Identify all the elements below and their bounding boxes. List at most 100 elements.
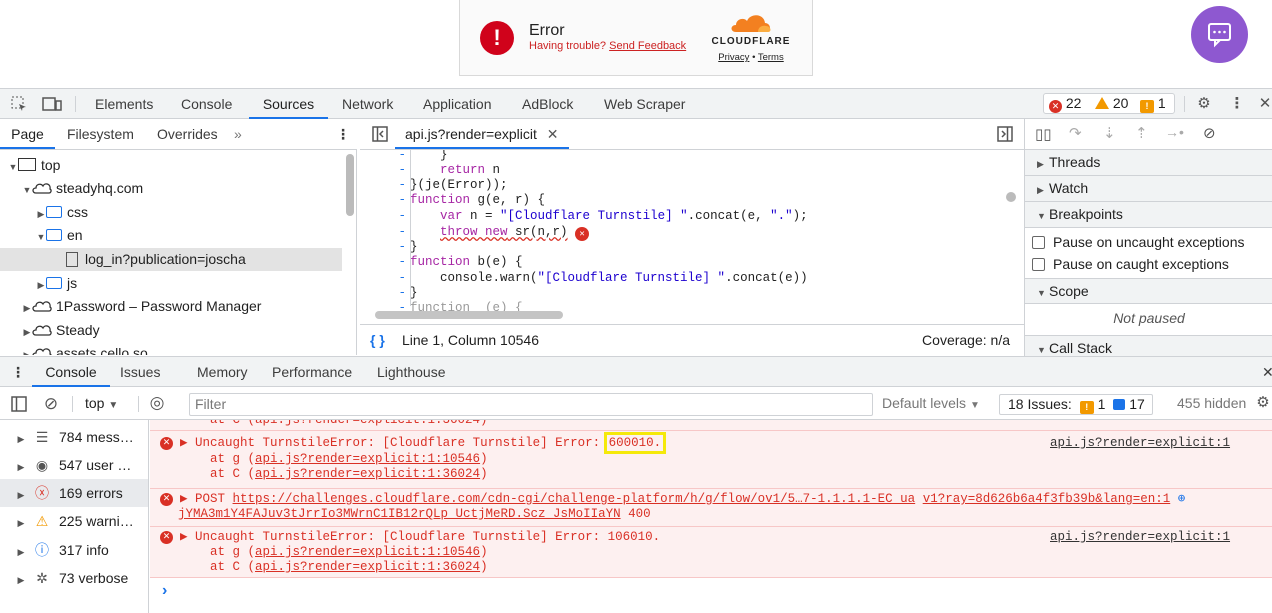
- console-error-message[interactable]: ✕ ▶ Uncaught TurnstileError: [Cloudflare…: [150, 526, 1272, 578]
- tab-console[interactable]: Console: [181, 89, 232, 119]
- checkbox[interactable]: [1032, 236, 1045, 249]
- toggle-sidebar-icon[interactable]: [10, 395, 28, 413]
- tree-item-1password[interactable]: ▶ 1Password – Password Manager: [0, 295, 342, 318]
- terms-link[interactable]: Terms: [758, 52, 784, 63]
- pause-uncaught-option[interactable]: Pause on uncaught exceptions: [1032, 231, 1244, 253]
- issues-counter[interactable]: 18 Issues: ! 1 17: [999, 394, 1153, 415]
- more-options-icon[interactable]: ⋮: [1228, 95, 1246, 113]
- section-threads[interactable]: ▶ Threads: [1025, 150, 1272, 176]
- source-link[interactable]: api.js?render=explicit:1: [1050, 530, 1230, 545]
- settings-gear-icon[interactable]: ⚙: [1195, 95, 1213, 113]
- request-url-link[interactable]: v1?ray=8d626b6a4f3fb39b&lang=en:1: [923, 492, 1171, 506]
- expand-arrow-icon: ▼: [22, 185, 32, 195]
- code-editor[interactable]: - } - return n -}(je(Error)); - function …: [360, 150, 1024, 324]
- stack-link[interactable]: api.js?render=explicit:1:10546: [255, 545, 480, 559]
- tree-item-css[interactable]: ▶ css: [0, 201, 342, 224]
- chat-button[interactable]: [1191, 6, 1248, 63]
- close-devtools-icon[interactable]: ✕: [1256, 95, 1272, 113]
- tree-label: Steady: [56, 322, 100, 338]
- tree-item-login-page[interactable]: log_in?publication=joscha: [0, 248, 342, 271]
- close-drawer-icon[interactable]: ✕: [1262, 357, 1272, 387]
- inspect-element-icon[interactable]: [10, 95, 28, 113]
- tab-page[interactable]: Page: [0, 119, 55, 149]
- tab-adblock[interactable]: AdBlock: [522, 89, 573, 119]
- step-out-icon[interactable]: ⇡: [1135, 124, 1148, 142]
- sidebar-item-warnings[interactable]: ▶ ⚠ 225 warni…: [0, 507, 148, 535]
- drawer-menu-icon[interactable]: ⋮: [11, 357, 25, 387]
- drawer-tabbar: ⋮ Console Issues Memory Performance Ligh…: [0, 356, 1272, 387]
- frame-icon: [18, 158, 36, 171]
- close-tab-icon[interactable]: ✕: [547, 126, 559, 142]
- tab-overrides[interactable]: Overrides: [157, 119, 218, 149]
- cursor-position: Line 1, Column 10546: [402, 332, 539, 348]
- collapsed-arrow-icon: ▶: [23, 350, 31, 355]
- stack-link[interactable]: api.js?render=explicit:1:36024: [255, 467, 480, 481]
- source-link[interactable]: api.js?render=explicit:1: [1050, 436, 1230, 451]
- pause-icon[interactable]: ▯▯: [1035, 125, 1052, 143]
- more-tabs-icon[interactable]: »: [234, 119, 242, 149]
- sidebar-item-user-messages[interactable]: ▶ ◉ 547 user …: [0, 451, 148, 479]
- section-call-stack[interactable]: ▼ Call Stack: [1025, 335, 1272, 356]
- tree-item-en[interactable]: ▼ en: [0, 224, 342, 247]
- editor-file-tab[interactable]: api.js?render=explicit ✕: [395, 119, 569, 149]
- drawer-tab-issues[interactable]: Issues: [120, 357, 160, 387]
- stack-link[interactable]: api.js?render=explicit:1:36024: [255, 560, 480, 574]
- tab-web-scraper[interactable]: Web Scraper: [604, 89, 685, 119]
- tree-item-js[interactable]: ▶ js: [0, 272, 342, 295]
- context-selector[interactable]: top ▼: [85, 395, 118, 411]
- drawer-tab-console[interactable]: Console: [32, 357, 110, 387]
- drawer-tab-lighthouse[interactable]: Lighthouse: [377, 357, 446, 387]
- drawer-tab-memory[interactable]: Memory: [197, 357, 248, 387]
- tab-sources[interactable]: Sources: [249, 89, 328, 119]
- checkbox[interactable]: [1032, 258, 1045, 271]
- tab-elements[interactable]: Elements: [95, 89, 153, 119]
- tree-label: log_in?publication=joscha: [85, 251, 246, 267]
- tree-label: 1Password – Password Manager: [56, 298, 262, 314]
- privacy-link[interactable]: Privacy: [718, 52, 749, 63]
- console-network-error[interactable]: ✕ ▶ POST https://challenges.cloudflare.c…: [150, 488, 1272, 526]
- device-toolbar-icon[interactable]: [42, 95, 62, 113]
- navigator-scrollbar[interactable]: [346, 154, 354, 216]
- console-error-message[interactable]: ✕ ▶ Uncaught TurnstileError: [Cloudflare…: [150, 430, 1272, 488]
- issue-counters[interactable]: ✕ 22 20 ! 1: [1043, 93, 1175, 114]
- navigator-menu-icon[interactable]: ⋮: [336, 119, 350, 149]
- folder-icon: [46, 229, 62, 241]
- sidebar-item-verbose[interactable]: ▶ ✲ 73 verbose: [0, 564, 148, 592]
- editor-hscroll-thumb[interactable]: [375, 311, 563, 319]
- step-into-icon[interactable]: ⇣: [1103, 124, 1116, 142]
- send-feedback-link[interactable]: Send Feedback: [609, 40, 686, 52]
- request-url-link[interactable]: https://challenges.cloudflare.com/cdn-cg…: [233, 492, 916, 506]
- step-icon[interactable]: →•: [1165, 124, 1184, 140]
- tree-item-steady[interactable]: ▶ Steady: [0, 319, 342, 342]
- tree-item-steadyhq[interactable]: ▼ steadyhq.com: [0, 177, 342, 200]
- expand-arrow-icon: ▼: [36, 232, 46, 242]
- live-expression-eye-icon[interactable]: ◎: [148, 394, 166, 412]
- network-icon[interactable]: ⊕: [1178, 492, 1186, 506]
- drawer-tab-performance[interactable]: Performance: [272, 357, 352, 387]
- tree-item-top[interactable]: ▼ top: [0, 154, 342, 177]
- console-settings-icon[interactable]: ⚙: [1254, 394, 1272, 412]
- section-breakpoints[interactable]: ▼ Breakpoints: [1025, 202, 1272, 228]
- section-watch[interactable]: ▶ Watch: [1025, 176, 1272, 202]
- section-scope[interactable]: ▼ Scope: [1025, 278, 1272, 304]
- deactivate-breakpoints-icon[interactable]: ⊘: [1203, 124, 1216, 142]
- inline-error-icon[interactable]: ✕: [575, 227, 590, 241]
- tab-filesystem[interactable]: Filesystem: [67, 119, 134, 149]
- console-prompt[interactable]: ›: [162, 582, 167, 600]
- pause-caught-option[interactable]: Pause on caught exceptions: [1032, 253, 1229, 275]
- tab-network[interactable]: Network: [342, 89, 393, 119]
- default-levels-dropdown[interactable]: Default levels ▼: [882, 395, 980, 411]
- toggle-navigator-icon[interactable]: [371, 125, 389, 143]
- step-over-icon[interactable]: ↷: [1069, 124, 1082, 142]
- toggle-debugger-icon[interactable]: [996, 125, 1014, 143]
- sidebar-item-info[interactable]: ▶ ⓘ 317 info: [0, 536, 148, 564]
- sidebar-item-errors[interactable]: ▶ ⓧ 169 errors: [0, 479, 148, 507]
- editor-vscroll-thumb[interactable]: [1006, 192, 1016, 202]
- clear-console-icon[interactable]: ⊘: [42, 395, 60, 413]
- pretty-print-icon[interactable]: { }: [370, 325, 385, 356]
- tab-application[interactable]: Application: [423, 89, 492, 119]
- tree-item-cello[interactable]: ▶ assets.cello.so: [0, 342, 342, 355]
- filter-input[interactable]: Filter: [189, 393, 873, 416]
- sidebar-item-messages[interactable]: ▶ ☰ 784 mess…: [0, 423, 148, 451]
- stack-link[interactable]: api.js?render=explicit:1:10546: [255, 452, 480, 466]
